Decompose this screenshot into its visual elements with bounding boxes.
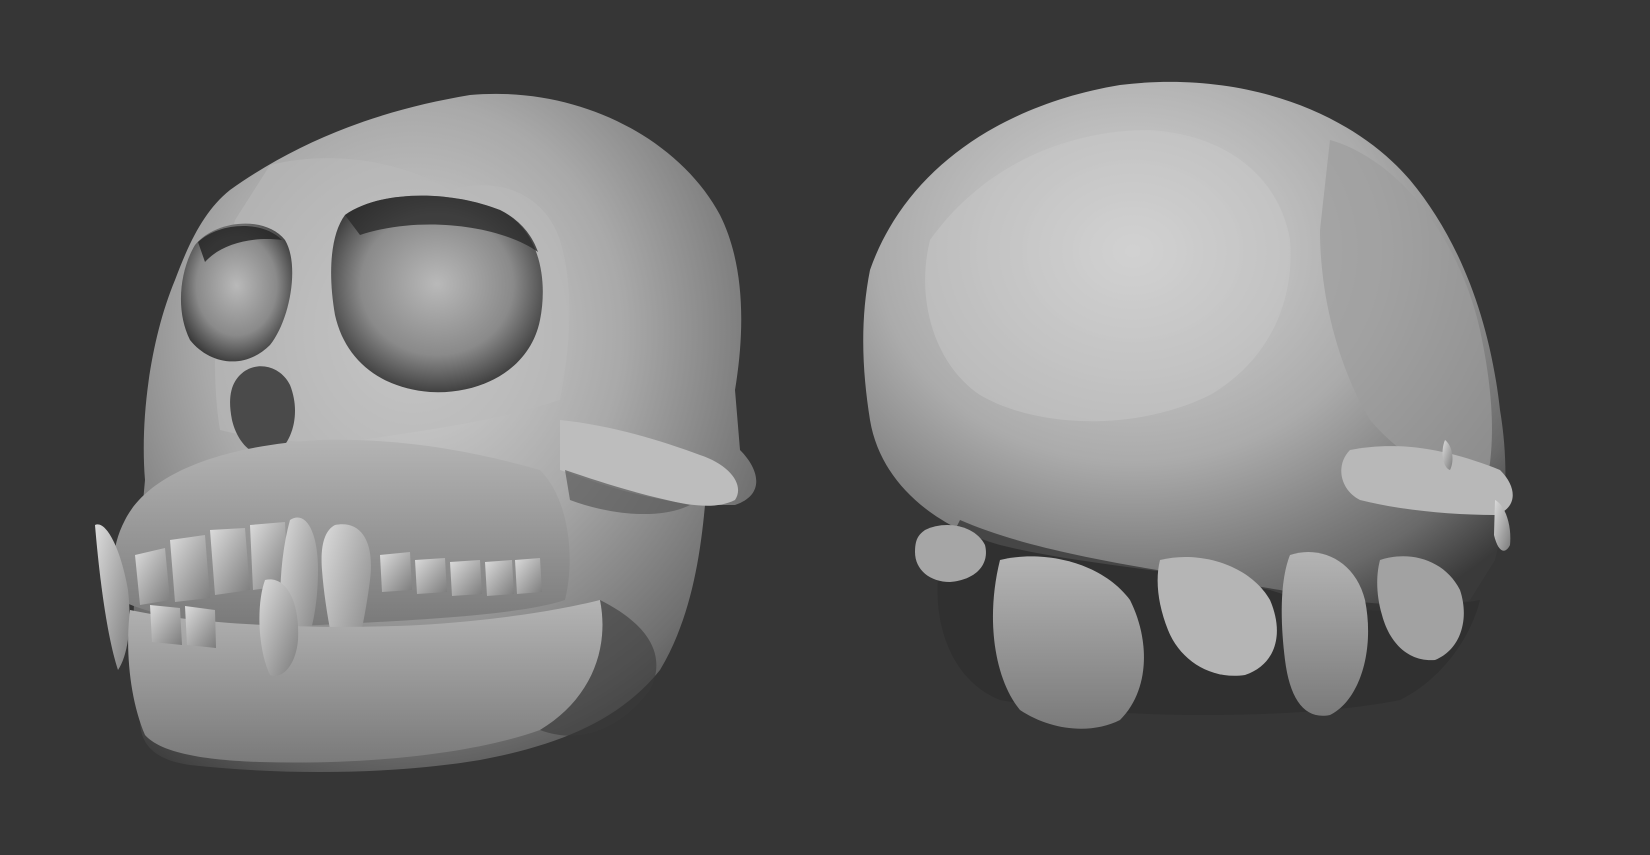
render-viewport	[0, 0, 1650, 855]
sculpt-render	[95, 81, 1513, 772]
skull-back-three-quarter-view	[863, 81, 1513, 729]
skull-front-three-quarter-view	[95, 93, 757, 772]
